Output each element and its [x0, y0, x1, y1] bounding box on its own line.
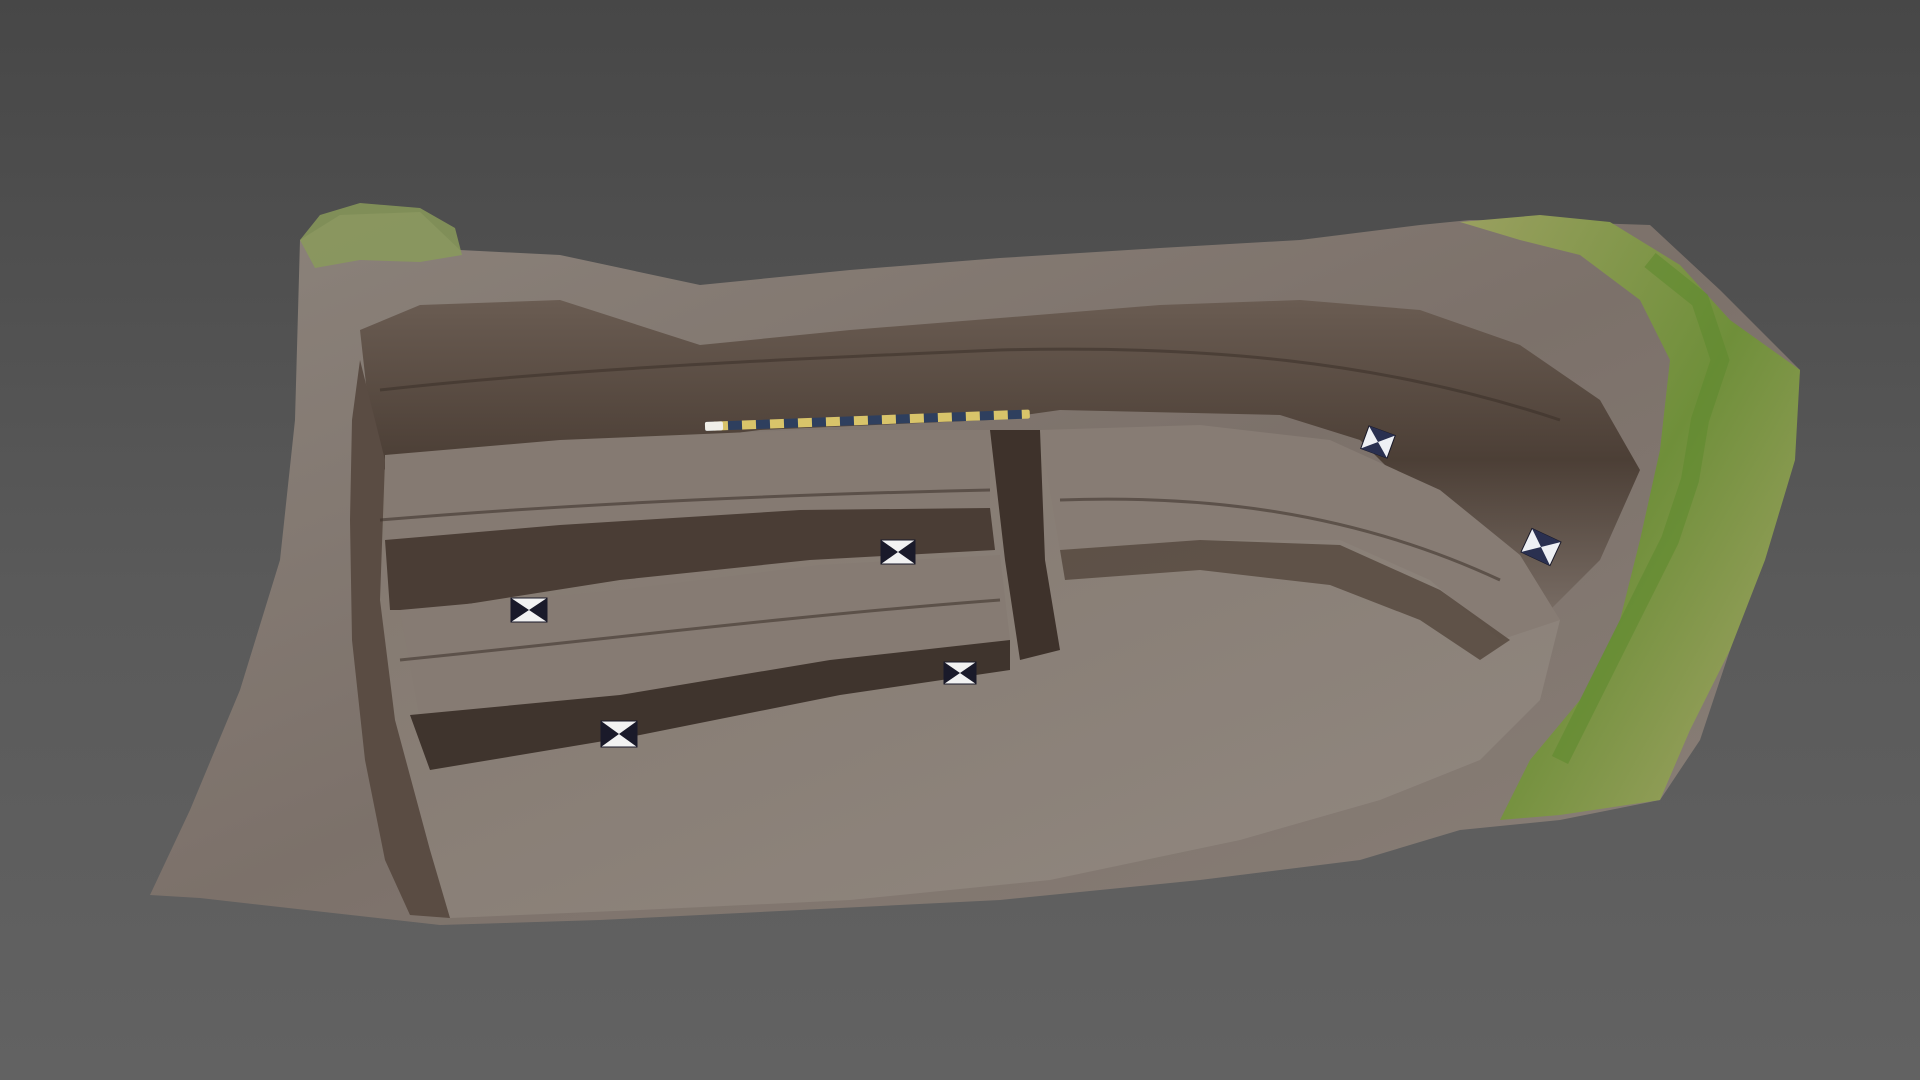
target-4 [600, 720, 638, 748]
scene-svg [0, 0, 1920, 1080]
model-viewport[interactable] [0, 0, 1920, 1080]
target-1 [510, 597, 548, 623]
target-2 [880, 539, 916, 565]
target-3 [943, 661, 977, 685]
